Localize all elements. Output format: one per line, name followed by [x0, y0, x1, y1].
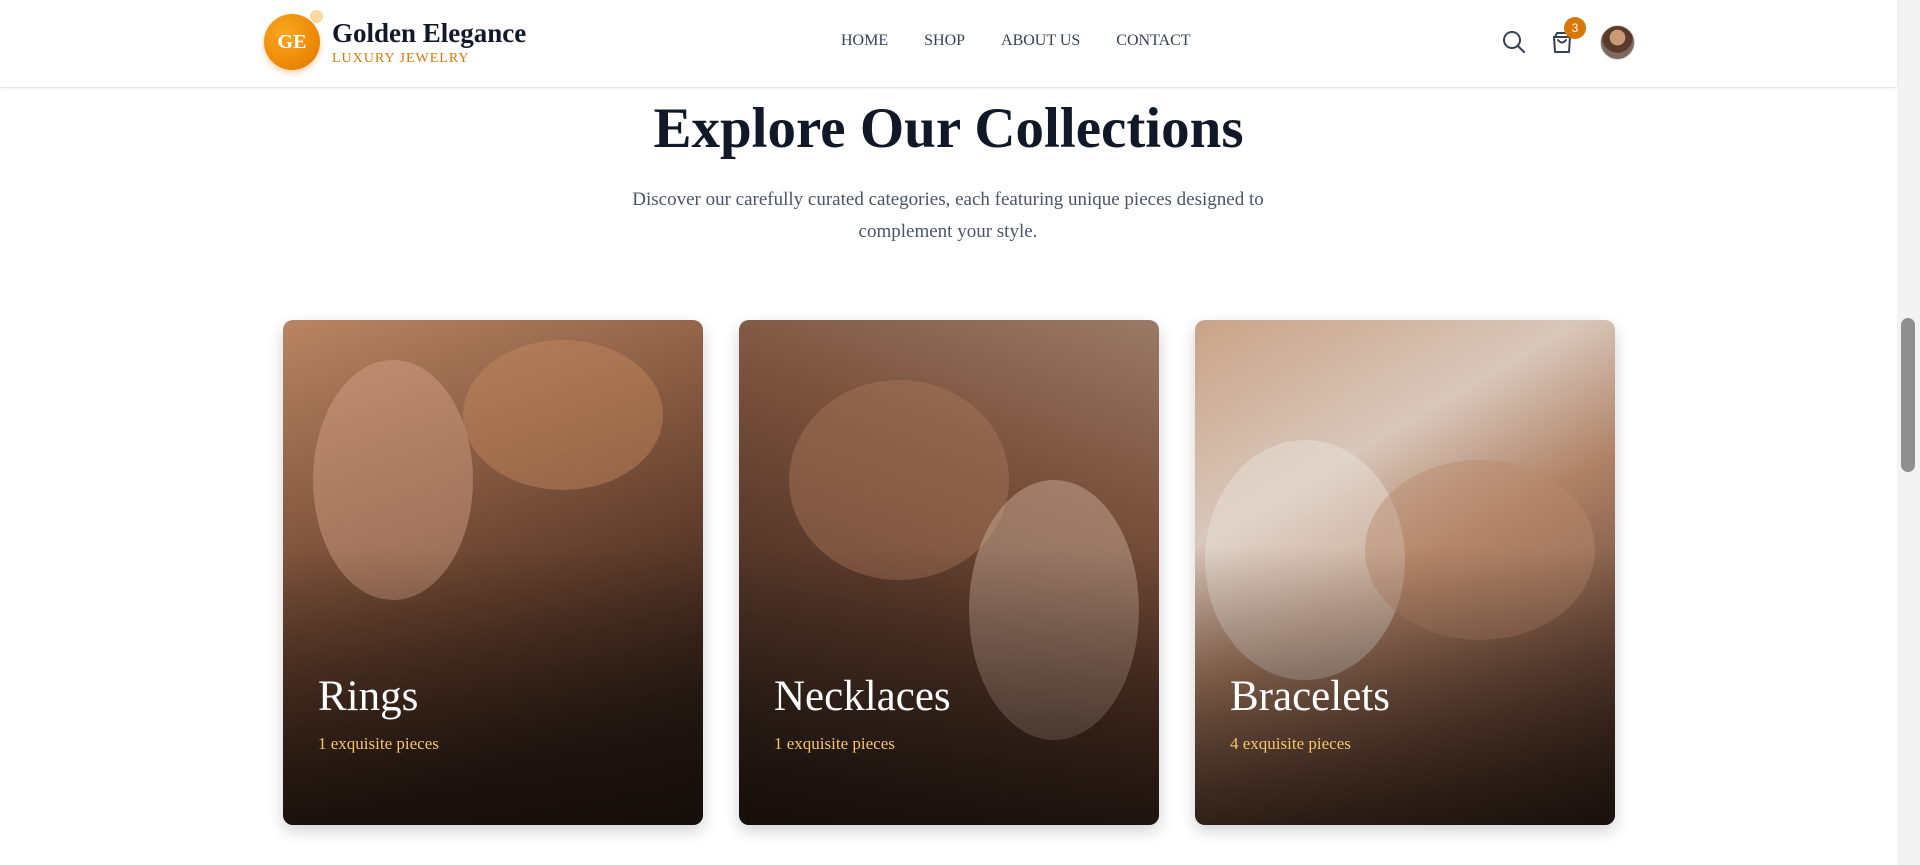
nav-shop[interactable]: SHOP — [924, 32, 965, 50]
brand-name: Golden Elegance — [332, 18, 527, 48]
collection-count: 4 exquisite pieces — [1230, 734, 1351, 753]
search-icon — [1503, 31, 1525, 53]
user-avatar[interactable] — [1600, 25, 1635, 60]
collection-count: 1 exquisite pieces — [318, 734, 439, 753]
collection-card-bracelets[interactable]: Bracelets 4 exquisite pieces — [1195, 320, 1615, 825]
section-subtitle: Discover our carefully curated categorie… — [632, 189, 1264, 242]
search-button[interactable] — [1500, 28, 1528, 56]
logo-dot — [310, 10, 323, 23]
brand-tagline: LUXURY JEWELRY — [332, 51, 470, 66]
scrollbar-thumb[interactable] — [1901, 318, 1915, 472]
main-nav: HOME SHOP ABOUT US CONTACT — [841, 32, 1227, 50]
collection-card-rings[interactable]: Rings 1 exquisite pieces — [283, 320, 703, 825]
logo[interactable]: GE Golden Elegance LUXURY JEWELRY — [264, 10, 584, 70]
logo-badge: GE — [264, 14, 320, 70]
collection-title: Bracelets — [1230, 673, 1390, 720]
nav-about-us[interactable]: ABOUT US — [1001, 32, 1080, 50]
nav-contact[interactable]: CONTACT — [1116, 32, 1190, 50]
cart-count-badge: 3 — [1564, 17, 1586, 39]
nav-home[interactable]: HOME — [841, 32, 888, 50]
collection-title: Rings — [318, 673, 419, 720]
collection-card-necklaces[interactable]: Necklaces 1 exquisite pieces — [739, 320, 1159, 825]
site-header: GE Golden Elegance LUXURY JEWELRY HOME S… — [0, 0, 1897, 88]
collection-title: Necklaces — [774, 673, 951, 720]
section-title: Explore Our Collections — [653, 97, 1244, 160]
collection-count: 1 exquisite pieces — [774, 734, 895, 753]
